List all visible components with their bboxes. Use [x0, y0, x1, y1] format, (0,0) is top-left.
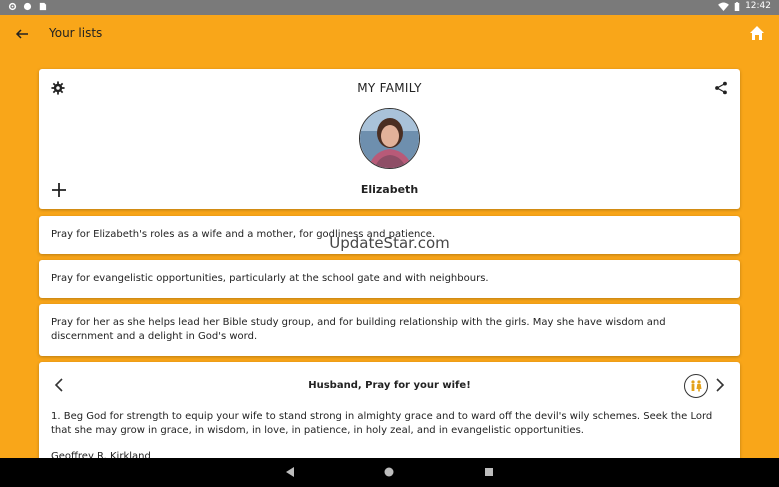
sim-icon: [39, 2, 47, 11]
circle-icon: [23, 2, 32, 11]
nav-recent-icon[interactable]: [484, 467, 494, 477]
prayer-item[interactable]: Pray for evangelistic opportunities, par…: [39, 260, 740, 298]
app-bar: Your lists: [0, 15, 779, 53]
watermark: UpdateStar.com: [329, 234, 450, 252]
battery-icon: [734, 1, 740, 11]
avatar-photo: [360, 109, 419, 168]
devotional-body: 1. Beg God for strength to equip your wi…: [51, 411, 713, 436]
wifi-icon: [718, 1, 729, 11]
prayer-item[interactable]: Pray for her as she helps lead her Bible…: [39, 304, 740, 356]
status-left-icons: [8, 2, 47, 11]
couple-icon: [691, 380, 702, 392]
arrow-left-icon[interactable]: [14, 26, 30, 42]
prayer-text: Pray for her as she helps lead her Bible…: [51, 317, 666, 342]
couple-badge[interactable]: [684, 374, 708, 398]
avatar[interactable]: [359, 108, 420, 169]
nav-back-icon[interactable]: [285, 467, 295, 477]
page-title: Your lists: [49, 26, 103, 40]
nav-bar: [0, 458, 779, 487]
gear-icon: [8, 2, 17, 11]
chevron-right-icon[interactable]: [712, 378, 726, 392]
status-right: 12:42: [718, 1, 771, 11]
home-icon[interactable]: [749, 25, 765, 41]
prayer-text: Pray for evangelistic opportunities, par…: [51, 273, 489, 284]
devotional-title: Husband, Pray for your wife!: [308, 380, 471, 391]
list-title: MY FAMILY: [357, 81, 422, 95]
status-time: 12:42: [745, 1, 771, 11]
person-name: Elizabeth: [360, 183, 419, 196]
nav-home-icon[interactable]: [384, 467, 394, 477]
share-icon[interactable]: [714, 81, 728, 95]
devotional-card: Husband, Pray for your wife! 1. Beg God …: [39, 362, 740, 472]
status-bar: 12:42: [0, 0, 779, 15]
profile-card: MY FAMILY Elizabeth: [39, 69, 740, 209]
